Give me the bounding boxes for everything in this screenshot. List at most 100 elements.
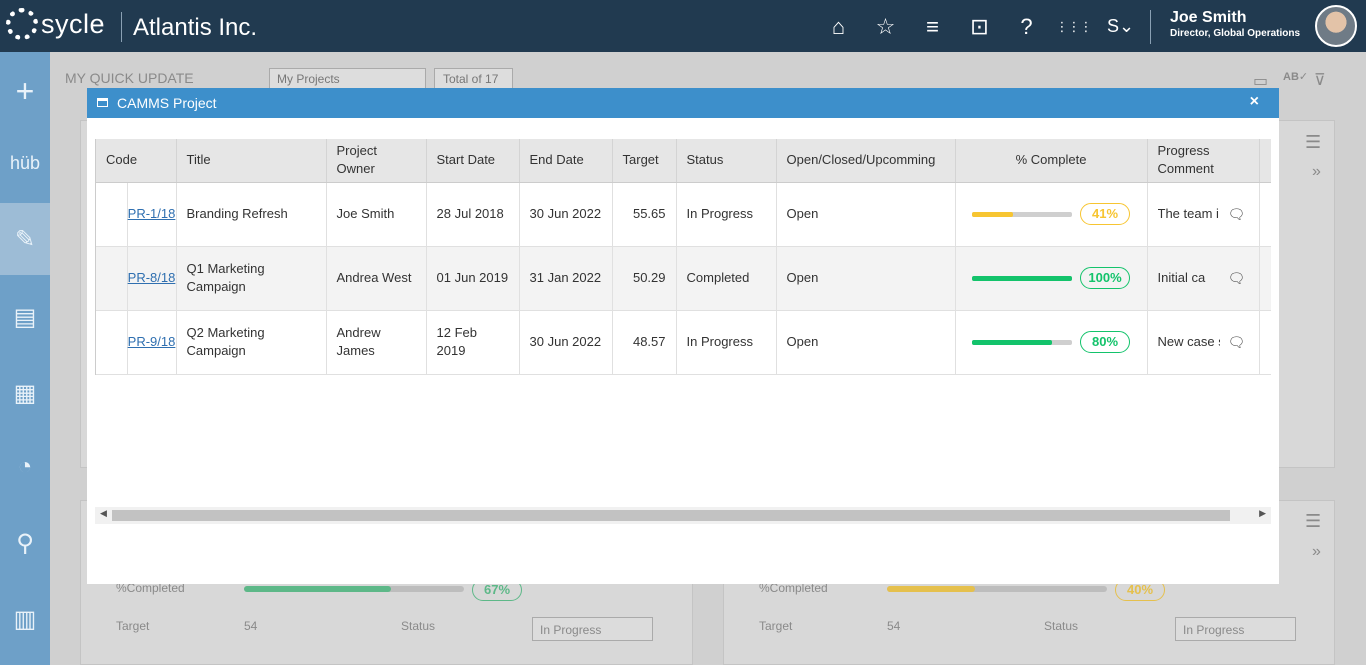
column-header-spacer — [1259, 139, 1271, 183]
spellcheck-icon[interactable]: AB✓ — [1283, 70, 1308, 83]
column-header-open-closed[interactable]: Open/Closed/Upcomming — [776, 139, 956, 183]
sliders-icon[interactable]: ☰ — [1305, 511, 1321, 532]
row-selector[interactable] — [96, 310, 128, 375]
scrollbar-thumb[interactable] — [112, 510, 1230, 521]
add-icon[interactable]: + — [0, 55, 50, 127]
comment-text: The team i — [1157, 206, 1219, 221]
close-button[interactable]: × — [1250, 93, 1259, 111]
owner-cell: Andrew James — [326, 310, 427, 375]
title-cell: Q2 Marketing Campaign — [176, 310, 327, 375]
complete-cell: 41% — [955, 182, 1148, 247]
expand-icon[interactable]: » — [1312, 543, 1321, 561]
owner-cell: Joe Smith — [326, 182, 427, 247]
comment: The team i 🗨 — [1158, 205, 1249, 223]
title-cell: Q1 Marketing Campaign — [176, 246, 327, 311]
chat-bubble-icon[interactable]: 🗨 — [1228, 333, 1246, 351]
menu-icon[interactable]: ≡ — [916, 10, 949, 43]
column-header-end-date[interactable]: End Date — [519, 139, 613, 183]
scroll-left-icon[interactable]: ◀ — [100, 508, 107, 519]
column-header-status[interactable]: Status — [676, 139, 777, 183]
table-header-row: Code Title Project Owner Start Date End … — [96, 139, 1271, 183]
home-icon[interactable]: ⌂ — [822, 10, 855, 43]
avatar[interactable] — [1315, 5, 1357, 47]
status-cell: Completed — [676, 246, 777, 311]
top-nav: ⌂ ☆ ≡ ⊡ ? ⋮⋮⋮ S⌄ — [822, 10, 1137, 43]
target-cell: 48.57 — [612, 310, 677, 375]
completed-bar — [244, 586, 464, 592]
hub-icon[interactable]: hüb — [0, 127, 50, 199]
sliders-icon[interactable]: ☰ — [1305, 132, 1321, 153]
app-logo[interactable]: sycle — [6, 8, 105, 40]
comment-cell: The team i 🗨 — [1147, 182, 1260, 247]
status-select[interactable]: In Progress — [1175, 617, 1296, 641]
progress-bar — [972, 211, 1073, 217]
progress-bar-fill — [972, 211, 1014, 217]
table-row[interactable]: PR-8/18 Q1 Marketing Campaign Andrea Wes… — [96, 246, 1271, 311]
quick-update-icon[interactable]: ✎ — [0, 203, 50, 275]
target-label: Target — [759, 619, 793, 633]
spacer-cell — [1259, 246, 1271, 311]
progress-pill: 80% — [1080, 331, 1131, 353]
project-table: Code Title Project Owner Start Date End … — [96, 139, 1271, 375]
top-bar: sycle Atlantis Inc. ⌂ ☆ ≡ ⊡ ? ⋮⋮⋮ S⌄ Joe… — [0, 0, 1366, 52]
column-header-progress-comment[interactable]: Progress Comment — [1147, 139, 1260, 183]
gauge-icon[interactable]: ◔ — [0, 431, 50, 503]
title-cell: Branding Refresh — [176, 182, 327, 247]
apps-grid-icon[interactable]: ⋮⋮⋮ — [1056, 10, 1093, 43]
start-date-cell: 28 Jul 2018 — [426, 182, 520, 247]
column-header-code[interactable]: Code — [96, 139, 177, 183]
column-header-title[interactable]: Title — [176, 139, 327, 183]
brand-name: sycle — [41, 8, 106, 39]
column-header-start-date[interactable]: Start Date — [426, 139, 520, 183]
book-icon[interactable]: ▥ — [0, 583, 50, 655]
expand-icon[interactable]: » — [1312, 163, 1321, 181]
project-filter-select[interactable]: My Projects — [269, 68, 426, 90]
target-cell: 50.29 — [612, 246, 677, 311]
column-header-target[interactable]: Target — [612, 139, 677, 183]
spacer-cell — [1259, 310, 1271, 375]
project-code-link[interactable]: PR-9/18 — [128, 334, 176, 349]
code-cell: PR-1/18 — [127, 182, 177, 247]
help-icon[interactable]: ? — [1010, 10, 1043, 43]
user-role: Director, Global Operations — [1170, 28, 1301, 39]
report-search-icon[interactable]: ▤ — [0, 281, 50, 353]
calculator-clock-icon[interactable]: ▦ — [0, 357, 50, 429]
chat-bubble-icon[interactable]: 🗨 — [1228, 205, 1246, 223]
owner-cell: Andrea West — [326, 246, 427, 311]
row-selector[interactable] — [96, 182, 128, 247]
column-header-owner[interactable]: Project Owner — [326, 139, 427, 183]
target-value: 54 — [887, 619, 901, 633]
dashboard-icon[interactable]: ⊡ — [963, 10, 996, 43]
chat-bubble-icon[interactable]: 🗨 — [1228, 269, 1246, 287]
user-name[interactable]: Joe Smith — [1170, 9, 1246, 27]
complete-cell: 80% — [955, 310, 1148, 375]
scroll-right-icon[interactable]: ▶ — [1259, 508, 1266, 519]
dialog-header: CAMMS Project × — [87, 88, 1279, 118]
page-title: MY QUICK UPDATE — [65, 70, 194, 86]
status-select[interactable]: In Progress — [532, 617, 653, 641]
project-code-link[interactable]: PR-8/18 — [128, 270, 176, 285]
progress: 100% — [966, 267, 1137, 289]
open-closed-cell: Open — [776, 182, 956, 247]
horizontal-scrollbar[interactable]: ◀ ▶ — [95, 507, 1271, 524]
row-selector[interactable] — [96, 246, 128, 311]
open-closed-cell: Open — [776, 246, 956, 311]
start-date-cell: 12 Feb 2019 — [426, 310, 520, 375]
table-row[interactable]: PR-9/18 Q2 Marketing Campaign Andrew Jam… — [96, 310, 1271, 375]
people-org-icon[interactable]: ⚲ — [0, 507, 50, 579]
column-header-complete[interactable]: % Complete — [955, 139, 1148, 183]
divider — [121, 12, 122, 42]
project-code-link[interactable]: PR-1/18 — [128, 206, 176, 221]
table-row[interactable]: PR-1/18 Branding Refresh Joe Smith 28 Ju… — [96, 182, 1271, 247]
progress-pill: 100% — [1080, 267, 1131, 289]
progress-bar — [972, 339, 1073, 345]
code-cell: PR-8/18 — [127, 246, 177, 311]
target-value: 54 — [244, 619, 258, 633]
star-icon[interactable]: ☆ — [869, 10, 902, 43]
status-label: Status — [1044, 619, 1079, 633]
comment-text: New case s — [1157, 334, 1220, 349]
sycle-switch-icon[interactable]: S⌄ — [1104, 10, 1137, 43]
filter-icon[interactable]: ⊽ — [1314, 70, 1326, 90]
left-sidebar: + hüb ✎ ▤ ▦ ◔ ⚲ ▥ — [0, 52, 50, 665]
end-date-cell: 30 Jun 2022 — [519, 182, 613, 247]
